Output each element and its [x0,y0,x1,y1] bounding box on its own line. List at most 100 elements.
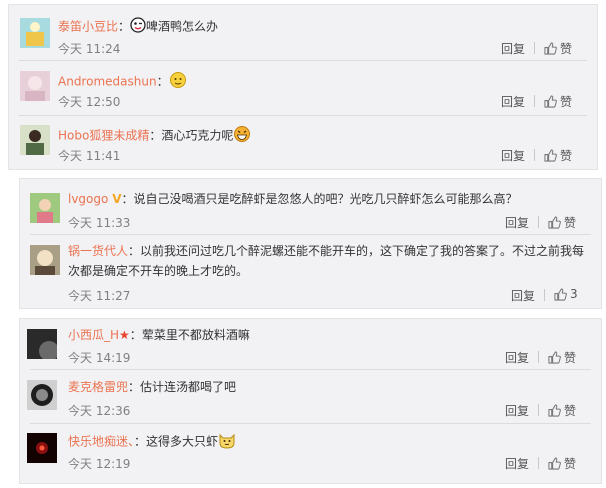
avatar[interactable] [20,125,50,155]
reply-button[interactable]: 回复 [511,287,535,304]
thumbs-up-icon [548,457,561,470]
avatar[interactable] [30,245,60,275]
divider [534,95,535,107]
comment-line: lvgogo V：说自己没喝酒只是吃醉虾是忽悠人的吧？光吃几只醉虾怎么可能那么高… [68,192,518,207]
avatar[interactable] [27,380,57,410]
cat-face-emoji-icon [218,431,236,453]
username-link[interactable]: lvgogo [68,192,108,206]
like-count: 3 [570,287,578,301]
divider [544,289,545,301]
comment-text: 估计连汤都喝了吧 [140,380,237,394]
like-label: 赞 [564,216,577,230]
thumbs-up-icon [548,216,561,229]
thumbs-up-icon [548,404,561,417]
colon: ： [128,244,141,258]
like-button[interactable]: 赞 [544,93,572,110]
like-label: 赞 [564,351,577,365]
username-link[interactable]: 麦克格雷兜 [68,380,128,394]
reply-button[interactable]: 回复 [505,349,529,366]
yellow-face-emoji-icon [169,71,187,93]
colon: ： [134,434,147,449]
timestamp: 今天 11:41 [58,149,121,163]
comment-line: 小西瓜_H★：荤菜里不都放料酒嘛 [68,328,250,343]
divider [534,149,535,161]
colon: ： [118,19,131,34]
comment-line: Andromedashun： [58,71,187,93]
thumbs-up-icon [544,149,557,162]
like-label: 赞 [560,149,573,163]
like-label: 赞 [564,404,577,418]
timestamp: 今天 11:33 [68,216,131,230]
like-button[interactable]: 赞 [548,402,576,419]
comment-text-continued: 次都是确定不开车的晚上才吃的。 [68,264,249,278]
username-link[interactable]: 泰笛小豆比 [58,20,118,34]
username-link[interactable]: 快乐地痴迷、 [68,435,134,449]
comment-text: 荤菜里不都放料酒嘛 [141,328,250,342]
separator [30,234,591,235]
comment-group-3: 小西瓜_H★：荤菜里不都放料酒嘛 今天 14:19 回复 赞 麦克格雷兜：估计连… [19,318,602,484]
comment-text: 以前我还问过吃几个醉泥螺还能不能开车的，这下确定了我的答案了。不过之前我每 [140,244,585,258]
divider [534,42,535,54]
reply-button[interactable]: 回复 [505,402,529,419]
comment-line: Hobo狐狸未成精：酒心巧克力呢 [58,125,251,147]
avatar[interactable] [20,18,50,48]
separator [19,60,587,61]
avatar[interactable] [30,193,60,223]
reply-button[interactable]: 回复 [505,455,529,472]
like-button[interactable]: 赞 [548,349,576,366]
username-link[interactable]: Hobo狐狸未成精 [58,129,149,143]
divider [538,216,539,228]
comment-group-1: 泰笛小豆比： 啤酒鸭怎么办 今天 11:24 回复 赞 Andromedashun… [8,4,598,170]
reply-button[interactable]: 回复 [501,40,525,57]
divider [538,351,539,363]
colon: ： [121,192,134,206]
like-button[interactable]: 赞 [548,214,576,231]
thumbs-up-icon [544,42,557,55]
comment-text: 啤酒鸭怎么办 [146,19,219,34]
like-button[interactable]: 赞 [548,455,576,472]
divider [538,404,539,416]
timestamp: 今天 11:24 [58,42,121,56]
wink-face-emoji-icon [130,17,146,37]
like-button[interactable]: 赞 [544,147,572,164]
timestamp: 今天 12:50 [58,95,121,109]
comment-line: 锅一货代人：以前我还问过吃几个醉泥螺还能不能开车的，这下确定了我的答案了。不过之… [68,241,588,281]
colon: ： [149,128,162,143]
reply-button[interactable]: 回复 [501,93,525,110]
comment-text: 说自己没喝酒只是吃醉虾是忽悠人的吧？光吃几只醉虾怎么可能那么高？ [133,192,518,206]
comment-text: 酒心巧克力呢 [161,128,234,143]
reply-button[interactable]: 回复 [505,214,529,231]
grin-face-emoji-icon [233,125,251,147]
like-label: 赞 [564,457,577,471]
timestamp: 今天 14:19 [68,351,131,365]
reply-button[interactable]: 回复 [501,147,525,164]
like-button[interactable]: 3 [554,287,578,301]
divider [538,457,539,469]
avatar[interactable] [27,329,57,359]
timestamp: 今天 12:36 [68,404,131,418]
member-star-icon: ★ [119,328,130,342]
comment-text: 这得多大只虾 [146,434,219,449]
separator [30,369,591,370]
avatar[interactable] [20,71,50,101]
thumbs-up-icon [544,95,557,108]
timestamp: 今天 11:27 [68,289,131,303]
like-button[interactable]: 赞 [544,40,572,57]
colon: ： [128,380,141,394]
thumbs-up-icon [554,288,567,301]
thumbs-up-icon [548,351,561,364]
comment-group-2: lvgogo V：说自己没喝酒只是吃醉虾是忽悠人的吧？光吃几只醉虾怎么可能那么高… [19,178,602,309]
colon: ： [156,74,169,89]
username-link[interactable]: 小西瓜_H [68,328,119,342]
separator [30,423,591,424]
like-label: 赞 [560,42,573,56]
separator [19,115,587,116]
comment-line: 泰笛小豆比： 啤酒鸭怎么办 [58,17,218,37]
like-label: 赞 [560,95,573,109]
comment-line: 快乐地痴迷、：这得多大只虾 [68,431,236,453]
avatar[interactable] [27,433,57,463]
colon: ： [129,328,142,342]
username-link[interactable]: Andromedashun [58,75,157,89]
username-link[interactable]: 锅一货代人 [68,244,128,258]
comment-line: 麦克格雷兜：估计连汤都喝了吧 [68,380,236,395]
